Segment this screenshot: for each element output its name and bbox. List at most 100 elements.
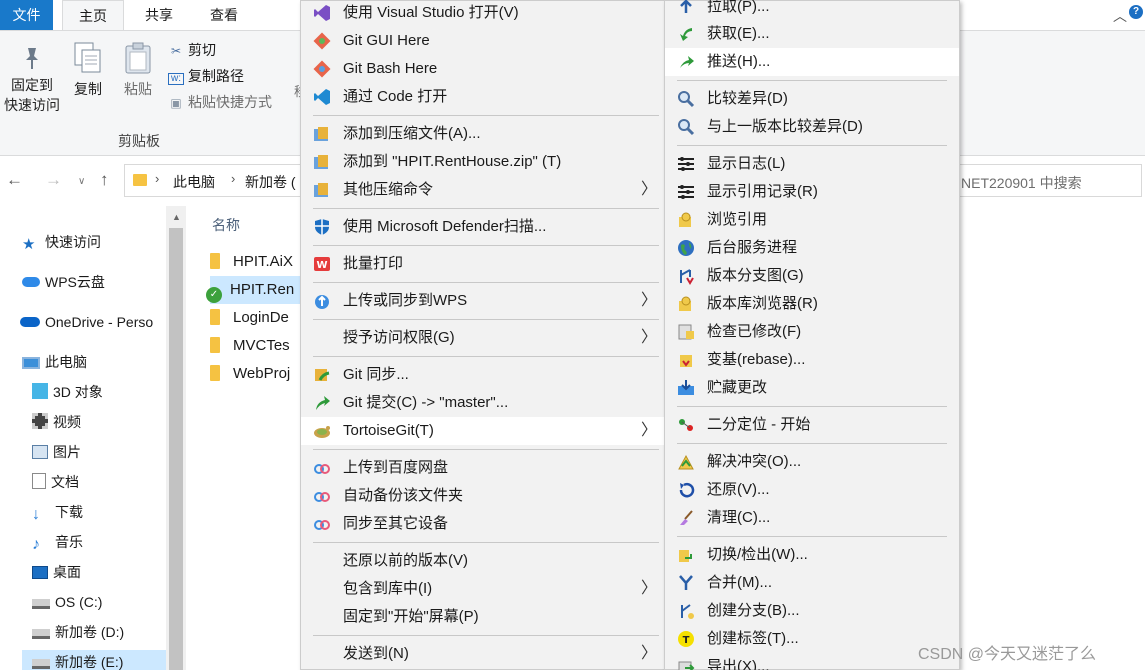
file-row[interactable]: HPIT.AiX bbox=[210, 248, 300, 276]
menu-item-check-modifications[interactable]: 检查已修改(F) bbox=[665, 318, 959, 346]
rebase-icon bbox=[680, 355, 692, 367]
menu-item-switch-checkout[interactable]: 切换/检出(W)... bbox=[665, 541, 959, 569]
menu-item-git-gui[interactable]: Git GUI Here bbox=[301, 27, 665, 55]
repo-browser-icon bbox=[679, 296, 691, 311]
menu-item-git-bash[interactable]: Git Bash Here bbox=[301, 55, 665, 83]
menu-item-auto-backup[interactable]: 自动备份该文件夹 bbox=[301, 482, 665, 510]
menu-item-export[interactable]: 导出(X)... bbox=[665, 653, 959, 670]
cut-label: 剪切 bbox=[188, 42, 216, 58]
desktop-icon bbox=[32, 566, 48, 579]
tab-view[interactable]: 查看 bbox=[195, 0, 253, 30]
sidebar-item-desktop[interactable]: 桌面 bbox=[32, 560, 81, 584]
menu-item-other-compress[interactable]: 其他压缩命令 〉 bbox=[301, 176, 665, 204]
clipboard-group-label: 剪贴板 bbox=[118, 133, 160, 149]
menu-item-include-library[interactable]: 包含到库中(I) 〉 bbox=[301, 575, 665, 603]
search-input[interactable]: NET220901 中搜索 bbox=[958, 164, 1142, 197]
menu-item-stash[interactable]: 贮藏更改 bbox=[665, 374, 959, 402]
tab-share[interactable]: 共享 bbox=[130, 0, 188, 30]
menu-item-add-to-zip[interactable]: 添加到 "HPIT.RentHouse.zip" (T) bbox=[301, 148, 665, 176]
collapse-ribbon-icon[interactable]: ︿ bbox=[1113, 6, 1127, 26]
forward-button[interactable]: → bbox=[45, 170, 62, 190]
menu-item-defender-scan[interactable]: 使用 Microsoft Defender扫描... bbox=[301, 213, 665, 241]
menu-item-git-sync[interactable]: Git 同步... bbox=[301, 361, 665, 389]
file-row[interactable]: WebProj bbox=[210, 360, 300, 388]
sidebar-item-this-pc[interactable]: 此电脑 bbox=[22, 350, 87, 374]
menu-item-git-commit[interactable]: Git 提交(C) -> "master"... bbox=[301, 389, 665, 417]
menu-item-merge[interactable]: 合并(M)... bbox=[665, 569, 959, 597]
help-icon[interactable]: ? bbox=[1129, 5, 1143, 19]
sidebar-item-label: 下载 bbox=[55, 504, 83, 520]
menu-item-sync-devices[interactable]: 同步至其它设备 bbox=[301, 510, 665, 538]
breadcrumb-separator[interactable]: › bbox=[231, 171, 235, 186]
menu-item-tortoisegit[interactable]: TortoiseGit(T) 〉 bbox=[301, 417, 665, 445]
paste-shortcut-button[interactable]: ▣ 粘贴快捷方式 bbox=[168, 91, 272, 113]
menu-item-push[interactable]: 推送(H)... bbox=[665, 48, 959, 76]
menu-item-repo-browser[interactable]: 版本库浏览器(R) bbox=[665, 290, 959, 318]
menu-item-resolve[interactable]: 解决冲突(O)... bbox=[665, 448, 959, 476]
menu-item-show-reflog[interactable]: 显示引用记录(R) bbox=[665, 178, 959, 206]
recent-locations-button[interactable]: ∨ bbox=[78, 176, 85, 187]
menu-item-upload-wps[interactable]: 上传或同步到WPS 〉 bbox=[301, 287, 665, 315]
menu-item-open-visual-studio[interactable]: 使用 Visual Studio 打开(V) bbox=[301, 0, 665, 27]
drive-icon bbox=[32, 629, 50, 639]
menu-item-pin-start[interactable]: 固定到"开始"屏幕(P) bbox=[301, 603, 665, 631]
scrollbar-thumb[interactable] bbox=[169, 228, 183, 670]
sidebar-item-drive-d[interactable]: 新加卷 (D:) bbox=[32, 620, 124, 644]
menu-item-create-branch[interactable]: 创建分支(B)... bbox=[665, 597, 959, 625]
git-status-ok-icon: ✓ bbox=[206, 287, 222, 303]
breadcrumb-this-pc[interactable]: 此电脑 bbox=[173, 172, 215, 192]
sidebar-item-music[interactable]: ♪ 音乐 bbox=[32, 530, 83, 554]
pin-to-quick-access-button[interactable]: 固定到 快速访问 bbox=[2, 45, 62, 115]
breadcrumb-volume[interactable]: 新加卷 ( bbox=[245, 172, 296, 192]
column-header-name[interactable]: 名称 bbox=[212, 215, 240, 235]
breadcrumb-separator[interactable]: › bbox=[155, 171, 159, 186]
file-row[interactable]: MVCTes bbox=[210, 332, 300, 360]
tab-file[interactable]: 文件 bbox=[0, 0, 53, 30]
file-row[interactable]: LoginDe bbox=[210, 304, 300, 332]
sidebar-item-3d-objects[interactable]: 3D 对象 bbox=[32, 380, 103, 404]
menu-item-pull[interactable]: 拉取(P)... bbox=[665, 0, 959, 21]
cut-button[interactable]: ✂ 剪切 bbox=[168, 39, 216, 61]
menu-item-revision-graph[interactable]: 版本分支图(G) bbox=[665, 262, 959, 290]
menu-item-restore-previous[interactable]: 还原以前的版本(V) bbox=[301, 547, 665, 575]
menu-item-cleanup[interactable]: 清理(C)... bbox=[665, 504, 959, 532]
tab-home[interactable]: 主页 bbox=[62, 0, 124, 31]
menu-item-fetch[interactable]: 获取(E)... bbox=[665, 20, 959, 48]
menu-item-show-log[interactable]: 显示日志(L) bbox=[665, 150, 959, 178]
sidebar-item-label: 图片 bbox=[53, 444, 81, 460]
paste-button[interactable]: 粘贴 bbox=[116, 41, 160, 99]
sidebar-item-onedrive[interactable]: OneDrive - Perso bbox=[20, 310, 153, 334]
sidebar-scrollbar[interactable]: ▲ bbox=[166, 206, 186, 670]
menu-item-diff-previous[interactable]: 与上一版本比较差异(D) bbox=[665, 113, 959, 141]
menu-item-baidu-upload[interactable]: 上传到百度网盘 bbox=[301, 454, 665, 482]
up-button[interactable]: ↑ bbox=[100, 170, 109, 190]
copy-path-button[interactable]: w: 复制路径 bbox=[168, 65, 244, 87]
menu-item-browse-refs[interactable]: 浏览引用 bbox=[665, 206, 959, 234]
menu-item-open-with-code[interactable]: 通过 Code 打开 bbox=[301, 83, 665, 111]
menu-item-add-to-archive[interactable]: 添加到压缩文件(A)... bbox=[301, 120, 665, 148]
menu-item-bisect-start[interactable]: 二分定位 - 开始 bbox=[665, 411, 959, 439]
copy-button[interactable]: 复制 bbox=[68, 41, 108, 99]
sidebar-item-downloads[interactable]: ↓ 下载 bbox=[32, 500, 83, 524]
menu-item-rebase[interactable]: 变基(rebase)... bbox=[665, 346, 959, 374]
sidebar-item-wps-cloud[interactable]: WPS云盘 bbox=[22, 270, 105, 294]
sidebar-item-quick-access[interactable]: ★ 快速访问 bbox=[22, 230, 101, 254]
menu-item-revert[interactable]: 还原(V)... bbox=[665, 476, 959, 504]
folder-icon bbox=[210, 337, 220, 353]
address-box[interactable]: › 此电脑 › 新加卷 ( bbox=[124, 164, 304, 197]
menu-item-create-tag[interactable]: T 创建标签(T)... bbox=[665, 625, 959, 653]
menu-item-grant-access[interactable]: 授予访问权限(G) 〉 bbox=[301, 324, 665, 352]
menu-item-diff[interactable]: 比较差异(D) bbox=[665, 85, 959, 113]
menu-item-batch-print[interactable]: W 批量打印 bbox=[301, 250, 665, 278]
sidebar-item-drive-c[interactable]: OS (C:) bbox=[32, 590, 102, 614]
git-sync-icon bbox=[315, 369, 330, 381]
scroll-up-arrow-icon[interactable]: ▲ bbox=[172, 212, 181, 222]
back-button[interactable]: ← bbox=[6, 170, 23, 190]
sidebar-item-videos[interactable]: 视频 bbox=[32, 410, 81, 434]
file-row[interactable]: ✓ HPIT.Ren bbox=[206, 276, 300, 304]
sidebar-item-drive-e[interactable]: 新加卷 (E:) bbox=[22, 650, 166, 670]
sidebar-item-documents[interactable]: 文档 bbox=[32, 470, 79, 494]
sidebar-item-pictures[interactable]: 图片 bbox=[32, 440, 81, 464]
menu-item-daemon[interactable]: 后台服务进程 bbox=[665, 234, 959, 262]
menu-item-send-to[interactable]: 发送到(N) 〉 bbox=[301, 640, 665, 668]
